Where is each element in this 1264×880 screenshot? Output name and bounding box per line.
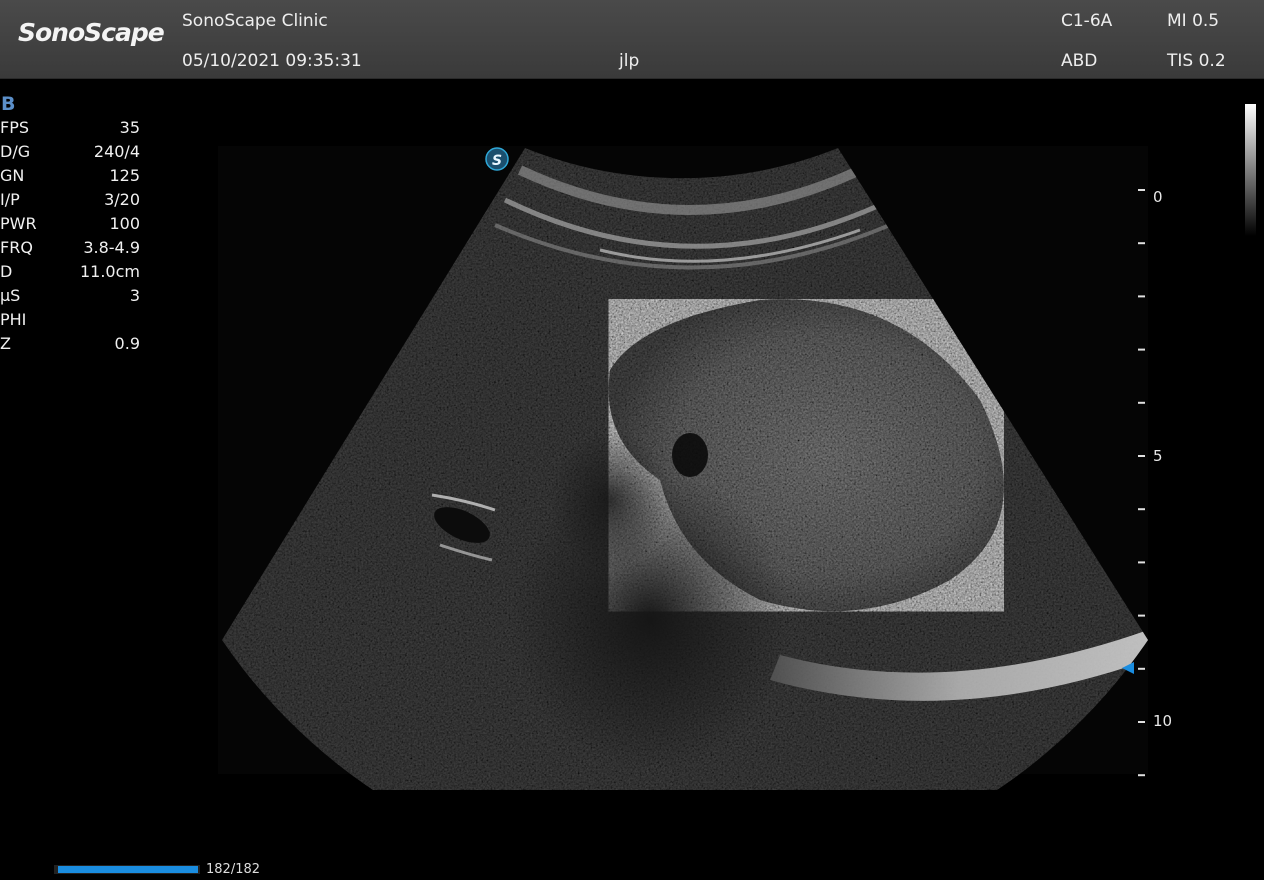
cine-progress-fill xyxy=(58,866,198,873)
orientation-marker-label: S xyxy=(492,153,502,169)
cine-frame-counter: 182/182 xyxy=(206,862,261,877)
depth-label-0: 0 xyxy=(1153,188,1163,206)
depth-label-5: 5 xyxy=(1153,447,1163,465)
grayscale-bar xyxy=(1245,104,1256,236)
ultrasound-image: S xyxy=(218,146,1148,790)
depth-label-10: 10 xyxy=(1153,712,1173,730)
